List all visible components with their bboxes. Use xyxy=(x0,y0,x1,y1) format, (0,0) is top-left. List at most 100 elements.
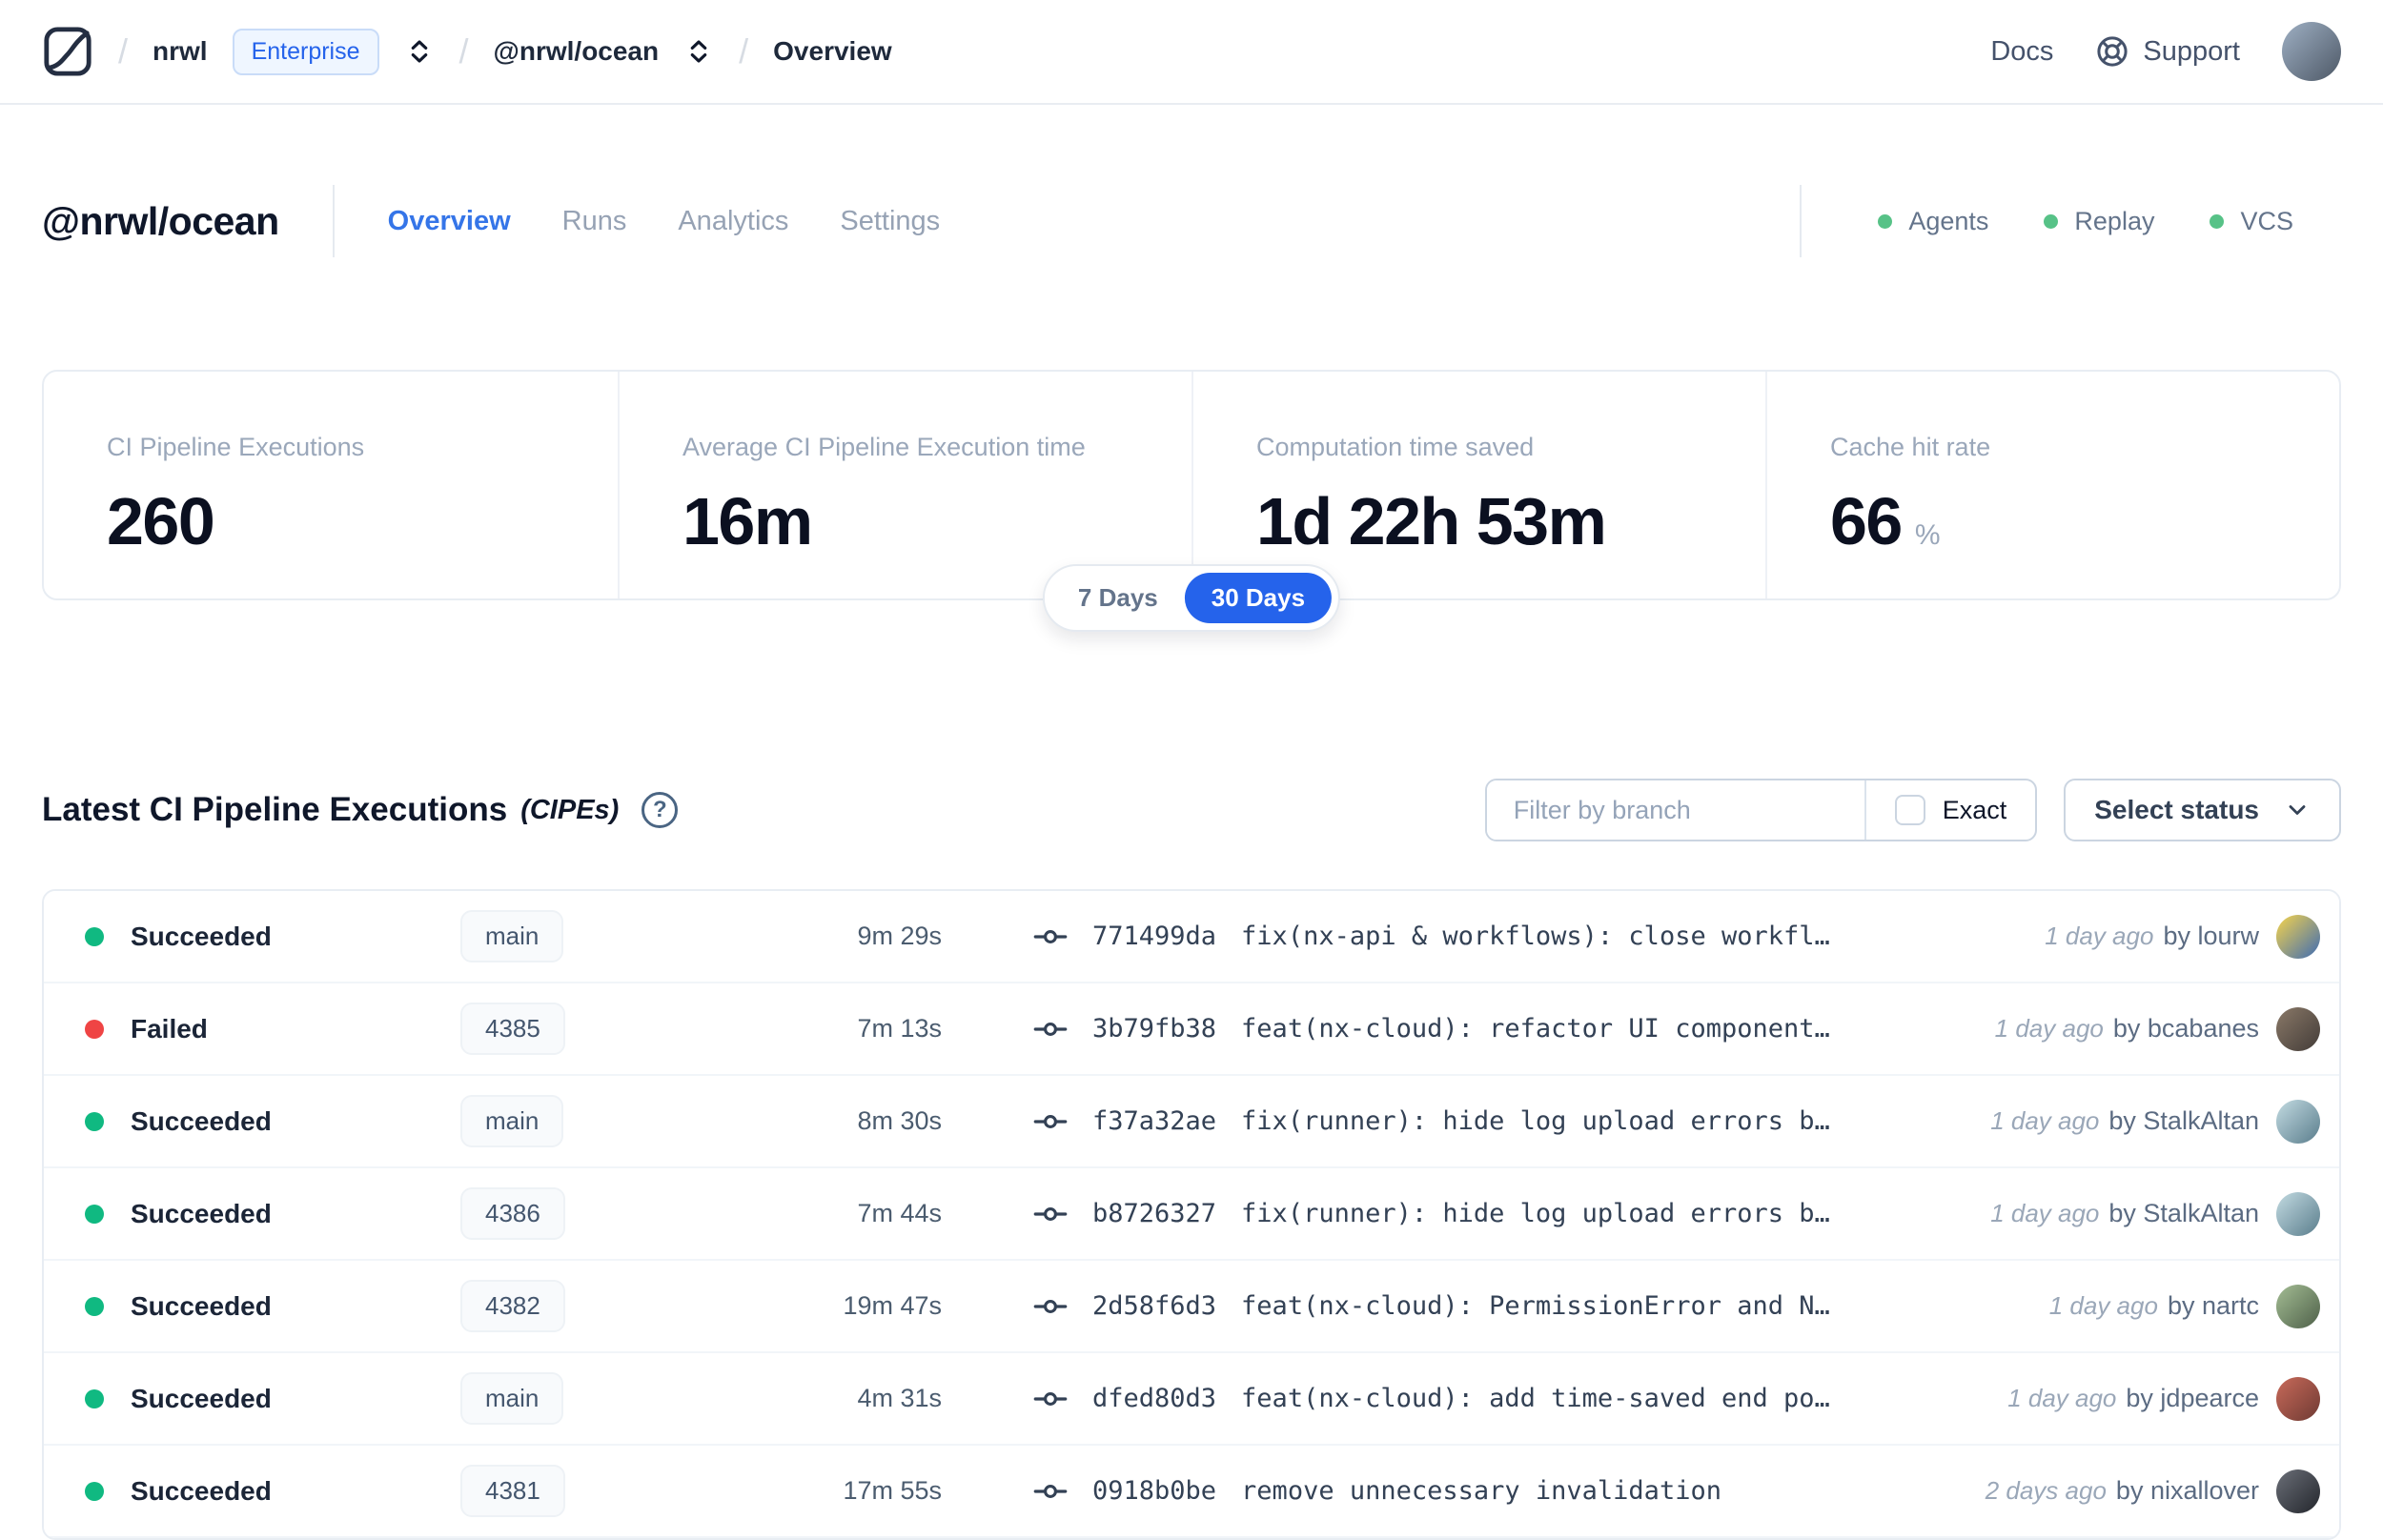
workspace-switcher-chevron-icon[interactable] xyxy=(683,36,714,67)
branch-badge[interactable]: main xyxy=(460,1095,564,1147)
time-ago: 1 day ago xyxy=(2048,1291,2158,1320)
status-filter-dropdown[interactable]: Select status xyxy=(2064,779,2341,841)
top-navbar: / nrwl Enterprise / @nrwl/ocean / Overvi… xyxy=(0,0,2383,105)
duration-cell: 19m 47s xyxy=(843,1291,942,1320)
commit-hash[interactable]: 2d58f6d3 xyxy=(1092,1291,1216,1321)
status-label: Succeeded xyxy=(131,921,272,951)
git-commit-icon xyxy=(1033,1382,1068,1416)
commit-message: fix(runner): hide log upload errors b… xyxy=(1241,1106,1830,1136)
branch-badge[interactable]: 4382 xyxy=(460,1280,565,1332)
tab-analytics[interactable]: Analytics xyxy=(678,206,788,237)
cipe-row[interactable]: Failed 4385 7m 13s 3b79fb38 feat(nx-clou… xyxy=(44,983,2339,1076)
stat-value: 1d 22h 53m xyxy=(1256,484,1607,558)
integration-replay[interactable]: Replay xyxy=(2044,207,2154,236)
status-dot xyxy=(85,1204,104,1224)
commit-hash[interactable]: f37a32ae xyxy=(1092,1106,1216,1136)
avatar xyxy=(2276,1006,2320,1051)
navbar-actions: Docs Support xyxy=(1990,22,2341,81)
stats-section: CI Pipeline Executions 260 Average CI Pi… xyxy=(42,370,2341,632)
status-filter-label: Select status xyxy=(2094,795,2259,824)
status-label: Failed xyxy=(131,1013,208,1044)
stat-value: 260 xyxy=(107,484,215,558)
docs-link[interactable]: Docs xyxy=(1990,36,2053,68)
enterprise-badge: Enterprise xyxy=(232,28,379,75)
integration-vcs[interactable]: VCS xyxy=(2210,207,2293,236)
git-commit-icon xyxy=(1033,920,1068,954)
integration-label: VCS xyxy=(2240,206,2293,235)
commit-message: fix(runner): hide log upload errors b… xyxy=(1241,1199,1830,1228)
integration-statuses: Agents Replay VCS xyxy=(1878,207,2293,236)
exact-checkbox[interactable] xyxy=(1894,795,1925,825)
range-option-7-days[interactable]: 7 Days xyxy=(1051,573,1185,623)
cipe-row[interactable]: Succeeded main 9m 29s 771499da fix(nx-ap… xyxy=(44,891,2339,983)
range-option-30-days[interactable]: 30 Days xyxy=(1184,573,1333,623)
avatar xyxy=(2276,1376,2320,1421)
status-cell: Failed xyxy=(85,1014,460,1044)
time-ago: 1 day ago xyxy=(1990,1106,2100,1135)
integration-status-dot xyxy=(1878,213,1893,229)
branch-badge[interactable]: main xyxy=(460,910,564,962)
commit-cell: b8726327 fix(runner): hide log upload er… xyxy=(1033,1197,1962,1231)
status-label: Succeeded xyxy=(131,1475,272,1506)
breadcrumb-org[interactable]: nrwl xyxy=(153,36,208,67)
duration-cell: 7m 13s xyxy=(857,1014,942,1043)
avatar xyxy=(2276,1284,2320,1328)
support-link[interactable]: Support xyxy=(2095,34,2240,69)
tab-settings[interactable]: Settings xyxy=(840,206,940,237)
status-cell: Succeeded xyxy=(85,1476,460,1507)
git-commit-icon xyxy=(1033,1289,1068,1324)
org-switcher-chevron-icon[interactable] xyxy=(404,36,435,67)
branch-badge[interactable]: 4381 xyxy=(460,1465,565,1517)
meta-cell: 1 day ago by StalkAltan xyxy=(1990,1191,2320,1236)
workspace-tabs: Overview Runs Analytics Settings xyxy=(388,206,941,237)
commit-hash[interactable]: 0918b0be xyxy=(1092,1476,1216,1506)
integration-status-dot xyxy=(2210,213,2225,229)
status-dot xyxy=(85,1388,104,1408)
commit-message: fix(nx-api & workflows): close workfl… xyxy=(1241,922,1830,951)
status-label: Succeeded xyxy=(131,1290,272,1321)
integration-label: Agents xyxy=(1908,206,1989,235)
stat-label: Cache hit rate xyxy=(1830,433,1991,461)
status-dot xyxy=(85,1481,104,1501)
tab-runs[interactable]: Runs xyxy=(562,206,627,237)
help-icon[interactable]: ? xyxy=(642,792,679,828)
branch-cell: 4382 xyxy=(460,1280,718,1332)
cipe-row[interactable]: Succeeded 4382 19m 47s 2d58f6d3 feat(nx-… xyxy=(44,1261,2339,1353)
meta-cell: 1 day ago by StalkAltan xyxy=(1990,1099,2320,1144)
breadcrumb-page: Overview xyxy=(773,36,892,66)
commit-message: feat(nx-cloud): refactor UI component… xyxy=(1241,1014,1830,1044)
cipe-section-title: Latest CI Pipeline Executions xyxy=(42,791,508,828)
branch-badge[interactable]: 4386 xyxy=(460,1187,565,1240)
time-ago: 2 days ago xyxy=(1985,1476,2107,1505)
branch-cell: main xyxy=(460,910,718,962)
cipe-table: Succeeded main 9m 29s 771499da fix(nx-ap… xyxy=(42,889,2341,1540)
commit-cell: 771499da fix(nx-api & workflows): close … xyxy=(1033,920,2016,954)
cipe-section-qualifier: (CIPEs) xyxy=(520,794,620,825)
branch-filter-input[interactable] xyxy=(1486,780,1864,840)
duration-cell: 4m 31s xyxy=(857,1384,942,1412)
cipe-row[interactable]: Succeeded main 4m 31s dfed80d3 feat(nx-c… xyxy=(44,1353,2339,1446)
exact-label: Exact xyxy=(1942,795,2007,824)
user-avatar[interactable] xyxy=(2282,22,2341,81)
branch-badge[interactable]: main xyxy=(460,1372,564,1425)
time-ago: 1 day ago xyxy=(2007,1384,2117,1412)
cipe-row[interactable]: Succeeded 4381 17m 55s 0918b0be remove u… xyxy=(44,1446,2339,1538)
commit-hash[interactable]: dfed80d3 xyxy=(1092,1384,1216,1413)
nx-cloud-logo-icon[interactable] xyxy=(42,24,93,79)
divider xyxy=(1800,185,1803,257)
tab-overview[interactable]: Overview xyxy=(388,206,511,237)
meta-cell: 1 day ago by jdpearce xyxy=(2007,1376,2320,1421)
cipe-row[interactable]: Succeeded 4386 7m 44s b8726327 fix(runne… xyxy=(44,1168,2339,1261)
status-dot xyxy=(85,1296,104,1316)
date-range-toggle: 7 Days 30 Days xyxy=(1042,564,1341,632)
status-cell: Succeeded xyxy=(85,1199,460,1229)
integration-agents[interactable]: Agents xyxy=(1878,207,1988,236)
commit-hash[interactable]: 3b79fb38 xyxy=(1092,1014,1216,1044)
branch-badge[interactable]: 4385 xyxy=(460,1003,565,1055)
breadcrumb-workspace[interactable]: @nrwl/ocean xyxy=(494,36,660,67)
commit-cell: 3b79fb38 feat(nx-cloud): refactor UI com… xyxy=(1033,1012,1966,1046)
avatar xyxy=(2276,914,2320,959)
commit-hash[interactable]: 771499da xyxy=(1092,922,1216,951)
cipe-row[interactable]: Succeeded main 8m 30s f37a32ae fix(runne… xyxy=(44,1076,2339,1168)
commit-hash[interactable]: b8726327 xyxy=(1092,1199,1216,1228)
